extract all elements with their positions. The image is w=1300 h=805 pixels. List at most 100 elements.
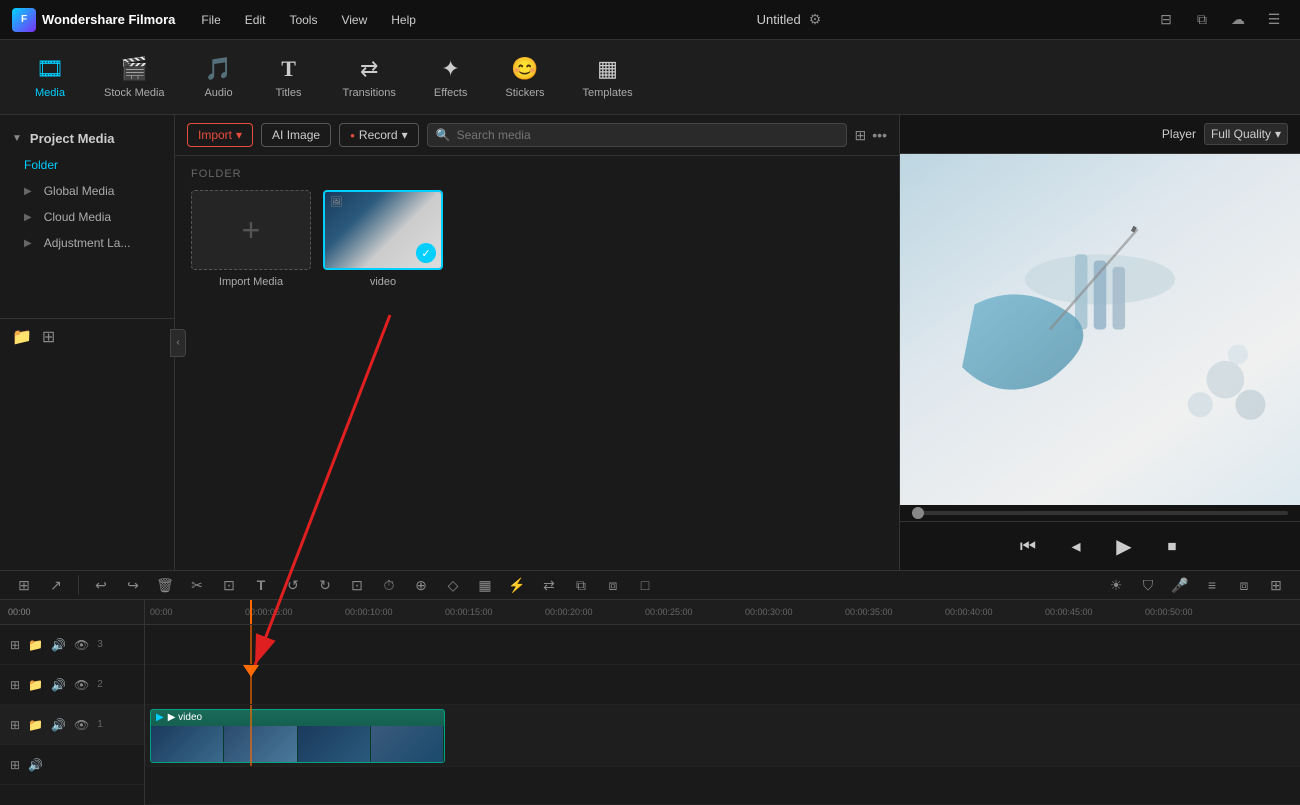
tl-diamond-btn[interactable]: ◇ bbox=[439, 571, 467, 599]
timeline-ruler[interactable]: 00:00 00:00:05:00 00:00:10:00 00:00:15:0… bbox=[145, 600, 1300, 625]
track-1-folder[interactable]: 📁 bbox=[28, 718, 43, 732]
tl-grid-btn[interactable]: ▦ bbox=[471, 571, 499, 599]
step-back-button[interactable]: ⏮ bbox=[1012, 530, 1044, 562]
tl-more-btn[interactable]: □ bbox=[631, 571, 659, 599]
tl-redo-btn[interactable]: ↪ bbox=[119, 571, 147, 599]
media-panel: Import ▾ AI Image ● Record ▾ 🔍 ⊞ ••• FOL… bbox=[175, 115, 900, 570]
ruler-mark-40: 00:00:40:00 bbox=[945, 607, 993, 617]
ruler-mark-15: 00:00:15:00 bbox=[445, 607, 493, 617]
tl-snapshot-btn[interactable]: ↻ bbox=[311, 571, 339, 599]
menu-view[interactable]: View bbox=[331, 9, 377, 31]
more-options-icon[interactable]: ••• bbox=[872, 127, 887, 143]
add-media-item[interactable]: + Import Media bbox=[191, 190, 311, 288]
track-2-num: 2 bbox=[97, 679, 115, 690]
tl-multicam-btn[interactable]: ⧈ bbox=[1230, 571, 1258, 599]
tl-motion-btn[interactable]: ⧉ bbox=[567, 571, 595, 599]
tl-add-track-btn[interactable]: ⊞ bbox=[1262, 571, 1290, 599]
sidebar-item-folder[interactable]: Folder bbox=[0, 152, 174, 178]
ai-image-button[interactable]: AI Image bbox=[261, 123, 331, 147]
track-3-audio[interactable]: 🔊 bbox=[51, 638, 66, 652]
grid-btn[interactable]: ☰ bbox=[1260, 6, 1288, 34]
stop-button[interactable]: ⏹ bbox=[1156, 530, 1188, 562]
playhead-head-marker bbox=[243, 665, 259, 681]
tab-effects[interactable]: ✦ Effects bbox=[420, 48, 481, 107]
track-2-audio[interactable]: 🔊 bbox=[51, 678, 66, 692]
video-media-item[interactable]: ✓ 🖼 video bbox=[323, 190, 443, 288]
quality-label: Full Quality bbox=[1211, 127, 1271, 141]
tl-add-btn[interactable]: ⊕ bbox=[407, 571, 435, 599]
tl-mic-btn[interactable]: 🎤 bbox=[1166, 571, 1194, 599]
frame-back-button[interactable]: ◂ bbox=[1060, 530, 1092, 562]
tab-stock-media[interactable]: 🎬 Stock Media bbox=[90, 48, 179, 107]
track-1-lock[interactable]: ⊞ bbox=[10, 718, 20, 732]
menu-edit[interactable]: Edit bbox=[235, 9, 276, 31]
video-clip[interactable]: ▶ ▶ video bbox=[150, 709, 445, 763]
menu-file[interactable]: File bbox=[191, 9, 230, 31]
track-1-audio[interactable]: 🔊 bbox=[51, 718, 66, 732]
track-row-3: ⊞ 📁 🔊 👁 3 bbox=[0, 625, 144, 665]
tl-keyframe-btn[interactable]: ⊡ bbox=[343, 571, 371, 599]
tl-split-view-btn[interactable]: ⊞ bbox=[10, 571, 38, 599]
tl-transition-btn[interactable]: ⇄ bbox=[535, 571, 563, 599]
quality-selector[interactable]: Full Quality ▾ bbox=[1204, 123, 1288, 145]
track-a-audio[interactable]: 🔊 bbox=[28, 758, 43, 772]
sidebar-project-media[interactable]: ▼ Project Media bbox=[0, 125, 174, 152]
tl-select-btn[interactable]: ↗ bbox=[42, 571, 70, 599]
tl-timer-btn[interactable]: ⏱ bbox=[375, 571, 403, 599]
tab-templates[interactable]: ▦ Templates bbox=[568, 48, 646, 107]
tab-media[interactable]: 🎞 Media bbox=[20, 48, 80, 107]
cloud-btn[interactable]: ☁ bbox=[1224, 6, 1252, 34]
tl-audio-btn[interactable]: ⚡ bbox=[503, 571, 531, 599]
player-progress-bar[interactable] bbox=[912, 511, 1288, 515]
sidebar-item-global-media[interactable]: ▶ Global Media bbox=[0, 178, 174, 204]
tl-effect-btn[interactable]: ⧈ bbox=[599, 571, 627, 599]
layout-btn-1[interactable]: ⊟ bbox=[1152, 6, 1180, 34]
track-row-2: ⊞ 📁 🔊 👁 2 bbox=[0, 665, 144, 705]
tl-crop-btn[interactable]: ⊡ bbox=[215, 571, 243, 599]
filter-icon[interactable]: ⊞ bbox=[855, 127, 867, 144]
search-input[interactable] bbox=[457, 128, 838, 142]
tl-cut-btn[interactable]: ✂ bbox=[183, 571, 211, 599]
player-scrubber[interactable] bbox=[912, 507, 924, 519]
playhead-track1 bbox=[250, 705, 252, 766]
track-3-content bbox=[145, 625, 1300, 665]
track-3-folder[interactable]: 📁 bbox=[28, 638, 43, 652]
track-2-eye[interactable]: 👁 bbox=[74, 678, 89, 692]
track-row-audio: ⊞ 🔊 bbox=[0, 745, 144, 785]
play-button[interactable]: ▶ bbox=[1108, 530, 1140, 562]
tl-delete-btn[interactable]: 🗑 bbox=[151, 571, 179, 599]
track-1-content: ▶ ▶ video bbox=[145, 705, 1300, 767]
tl-undo-btn[interactable]: ↩ bbox=[87, 571, 115, 599]
new-folder-btn[interactable]: 📁 bbox=[12, 327, 32, 347]
sidebar-item-adjustment-layer[interactable]: ▶ Adjustment La... bbox=[0, 230, 174, 256]
tab-audio[interactable]: 🎵 Audio bbox=[189, 48, 249, 107]
import-media-label: Import Media bbox=[219, 276, 283, 288]
tl-text-btn[interactable]: T bbox=[247, 571, 275, 599]
tl-shield-btn[interactable]: ⛉ bbox=[1134, 571, 1162, 599]
sidebar-global-media-label: Global Media bbox=[44, 184, 115, 198]
track-1-eye[interactable]: 👁 bbox=[74, 718, 89, 732]
tab-titles[interactable]: T Titles bbox=[259, 48, 319, 107]
track-3-eye[interactable]: 👁 bbox=[74, 638, 89, 652]
layout-btn-2[interactable]: ⧉ bbox=[1188, 6, 1216, 34]
track-2-content bbox=[145, 665, 1300, 705]
track-2-lock[interactable]: ⊞ bbox=[10, 678, 20, 692]
record-button[interactable]: ● Record ▾ bbox=[339, 123, 419, 147]
tl-ai-btn[interactable]: ☀ bbox=[1102, 571, 1130, 599]
track-3-lock[interactable]: ⊞ bbox=[10, 638, 20, 652]
import-folder-btn[interactable]: ⊞ bbox=[42, 327, 55, 347]
import-button[interactable]: Import ▾ bbox=[187, 123, 253, 147]
menu-help[interactable]: Help bbox=[381, 9, 426, 31]
menu-tools[interactable]: Tools bbox=[279, 9, 327, 31]
player-video-content bbox=[900, 154, 1300, 505]
track-2-folder[interactable]: 📁 bbox=[28, 678, 43, 692]
title-area: Untitled ⚙ bbox=[442, 11, 1136, 28]
track-a-lock[interactable]: ⊞ bbox=[10, 758, 20, 772]
sidebar-item-cloud-media[interactable]: ▶ Cloud Media bbox=[0, 204, 174, 230]
sidebar-collapse-btn[interactable]: ‹ bbox=[170, 329, 186, 357]
tl-caption-btn[interactable]: ≡ bbox=[1198, 571, 1226, 599]
tab-stickers[interactable]: 😊 Stickers bbox=[491, 48, 558, 107]
tab-transitions[interactable]: ⇄ Transitions bbox=[329, 48, 410, 107]
tl-reverse-btn[interactable]: ↺ bbox=[279, 571, 307, 599]
timeline-tracks: 00:00 ⊞ 📁 🔊 👁 3 ⊞ 📁 🔊 👁 2 ⊞ 📁 🔊 👁 bbox=[0, 600, 145, 805]
